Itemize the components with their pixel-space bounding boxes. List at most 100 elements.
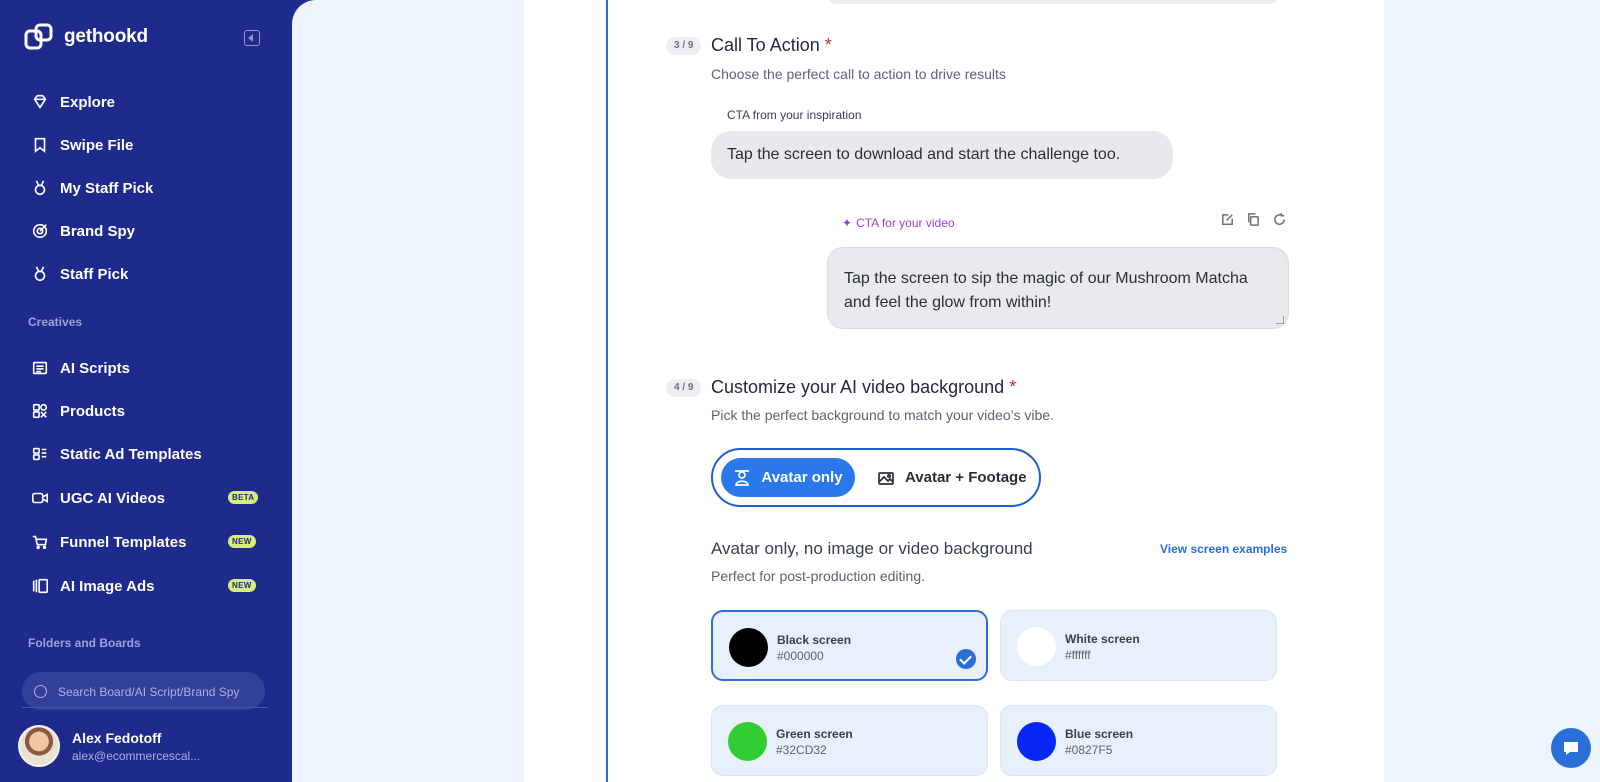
target-icon [30, 221, 50, 241]
cart-icon [30, 532, 50, 552]
required-mark: * [824, 35, 832, 55]
logo-icon [24, 23, 53, 50]
swatch-white[interactable]: White screen #ffffff [1000, 610, 1277, 681]
color-dot [729, 628, 768, 667]
cta-toolbar [1220, 212, 1287, 227]
chat-icon [1564, 742, 1578, 755]
nav-label: Products [60, 402, 126, 420]
nav-label: Staff Pick [60, 265, 129, 283]
section-creatives-label: Creatives [28, 315, 83, 329]
nav-staff-pick[interactable]: Staff Pick [30, 262, 128, 286]
nav-label: Static Ad Templates [60, 445, 202, 463]
regenerate-icon[interactable] [1272, 212, 1287, 227]
nav-label: Explore [60, 93, 116, 111]
nav-label: Funnel Templates [60, 533, 187, 551]
new-badge: NEW [228, 535, 256, 548]
resize-handle-icon[interactable] [1276, 316, 1284, 324]
step-title-text: Call To Action [711, 35, 820, 55]
swatch-name: White screen [1065, 632, 1140, 646]
nav-label: AI Scripts [60, 359, 131, 377]
nav-funnel-templates[interactable]: Funnel Templates [30, 530, 186, 554]
section-folders-label: Folders and Boards [28, 636, 141, 650]
sidebar-divider [22, 707, 268, 708]
sidebar: gethookd Explore Swipe File My Staff Pic… [0, 0, 300, 782]
sidebar-search-input[interactable]: Search Board/AI Script/Brand Spy [22, 672, 265, 710]
swatch-black[interactable]: Black screen #000000 [711, 610, 988, 681]
gallery-icon [30, 576, 50, 596]
nav-label: AI Image Ads [60, 577, 155, 595]
color-dot [1017, 627, 1056, 666]
user-profile[interactable]: Alex Fedotoff alex@ecommercescal... [18, 725, 200, 767]
swatch-green[interactable]: Green screen #32CD32 [711, 705, 988, 776]
nav-explore[interactable]: Explore [30, 90, 115, 114]
ai-cta-text: Tap the screen to sip the magic of our M… [844, 270, 1248, 311]
user-name: Alex Fedotoff [72, 729, 162, 746]
medal-icon [30, 178, 50, 198]
copy-icon[interactable] [1246, 212, 1261, 227]
step-badge: 4 / 9 [666, 379, 702, 397]
step-subtitle: Choose the perfect call to action to dri… [711, 66, 1006, 82]
step-title: Call To Action * [711, 35, 832, 56]
ai-cta-label: ✦ CTA for your video [842, 216, 955, 230]
nav-static-ad-templates[interactable]: Static Ad Templates [30, 442, 202, 466]
view-screen-examples-link[interactable]: View screen examples [1160, 542, 1287, 556]
nav-label: UGC AI Videos [60, 489, 166, 507]
nav-label: My Staff Pick [60, 179, 154, 197]
nav-ugc-ai-videos[interactable]: UGC AI Videos [30, 486, 165, 510]
swatch-hex: #0827F5 [1065, 743, 1113, 757]
inspiration-cta: Tap the screen to download and start the… [711, 131, 1173, 179]
nav-label: Swipe File [60, 136, 134, 154]
nav-ai-scripts[interactable]: AI Scripts [30, 356, 130, 380]
avatar-only-label: Avatar only [761, 469, 843, 486]
products-icon [30, 401, 50, 421]
new-badge: NEW [228, 579, 256, 592]
avatar-footage-button[interactable]: Avatar + Footage [877, 458, 1027, 497]
template-icon [30, 444, 50, 464]
avatar-footage-label: Avatar + Footage [905, 469, 1027, 486]
ai-cta-textarea[interactable]: Tap the screen to sip the magic of our M… [827, 247, 1289, 329]
check-icon [956, 649, 976, 669]
swatch-blue[interactable]: Blue screen #0827F5 [1000, 705, 1277, 776]
main-content: 3 / 9 Call To Action * Choose the perfec… [292, 0, 1600, 782]
nav-ai-image-ads[interactable]: AI Image Ads [30, 574, 154, 598]
option-subtitle: Perfect for post-production editing. [711, 568, 926, 584]
medal-icon [30, 264, 50, 284]
nav-brand-spy[interactable]: Brand Spy [30, 219, 135, 243]
image-icon [878, 471, 894, 485]
collapse-sidebar-icon[interactable] [244, 30, 260, 46]
search-icon [34, 685, 47, 698]
color-dot [728, 722, 767, 761]
user-email: alex@ecommercescal... [72, 748, 201, 763]
nav-my-staff-pick[interactable]: My Staff Pick [30, 176, 153, 200]
swatch-name: Green screen [776, 727, 853, 741]
swatch-hex: #ffffff [1065, 648, 1091, 662]
ai-cta-label-text: CTA for your video [856, 216, 955, 230]
swatch-hex: #000000 [777, 649, 824, 663]
swatch-name: Black screen [777, 633, 852, 647]
beta-badge: BETA [228, 491, 259, 504]
required-mark: * [1009, 377, 1017, 397]
sparkle-icon: ✦ [842, 216, 853, 230]
search-placeholder: Search Board/AI Script/Brand Spy [58, 685, 240, 699]
background-mode-toggle: Avatar only Avatar + Footage [711, 448, 1041, 507]
swatch-hex: #32CD32 [776, 743, 827, 757]
previous-field[interactable] [827, 0, 1279, 4]
edit-icon[interactable] [1220, 212, 1235, 227]
step-title-text: Customize your AI video background [711, 377, 1005, 397]
step-subtitle: Pick the perfect background to match you… [711, 407, 1054, 423]
progress-line [606, 0, 608, 782]
avatar-only-button[interactable]: Avatar only [721, 458, 855, 497]
color-dot [1017, 722, 1056, 761]
avatar [18, 725, 60, 767]
app-logo[interactable]: gethookd [24, 22, 148, 52]
chat-support-button[interactable] [1551, 728, 1591, 768]
swatch-name: Blue screen [1065, 727, 1134, 741]
nav-products[interactable]: Products [30, 399, 125, 423]
option-heading: Avatar only, no image or video backgroun… [711, 539, 1033, 558]
nav-swipe-file[interactable]: Swipe File [30, 133, 133, 157]
step-title: Customize your AI video background * [711, 377, 1016, 398]
app-name: gethookd [64, 26, 148, 47]
avatar-icon [735, 469, 750, 486]
bookmark-icon [30, 135, 50, 155]
video-icon [30, 488, 50, 508]
